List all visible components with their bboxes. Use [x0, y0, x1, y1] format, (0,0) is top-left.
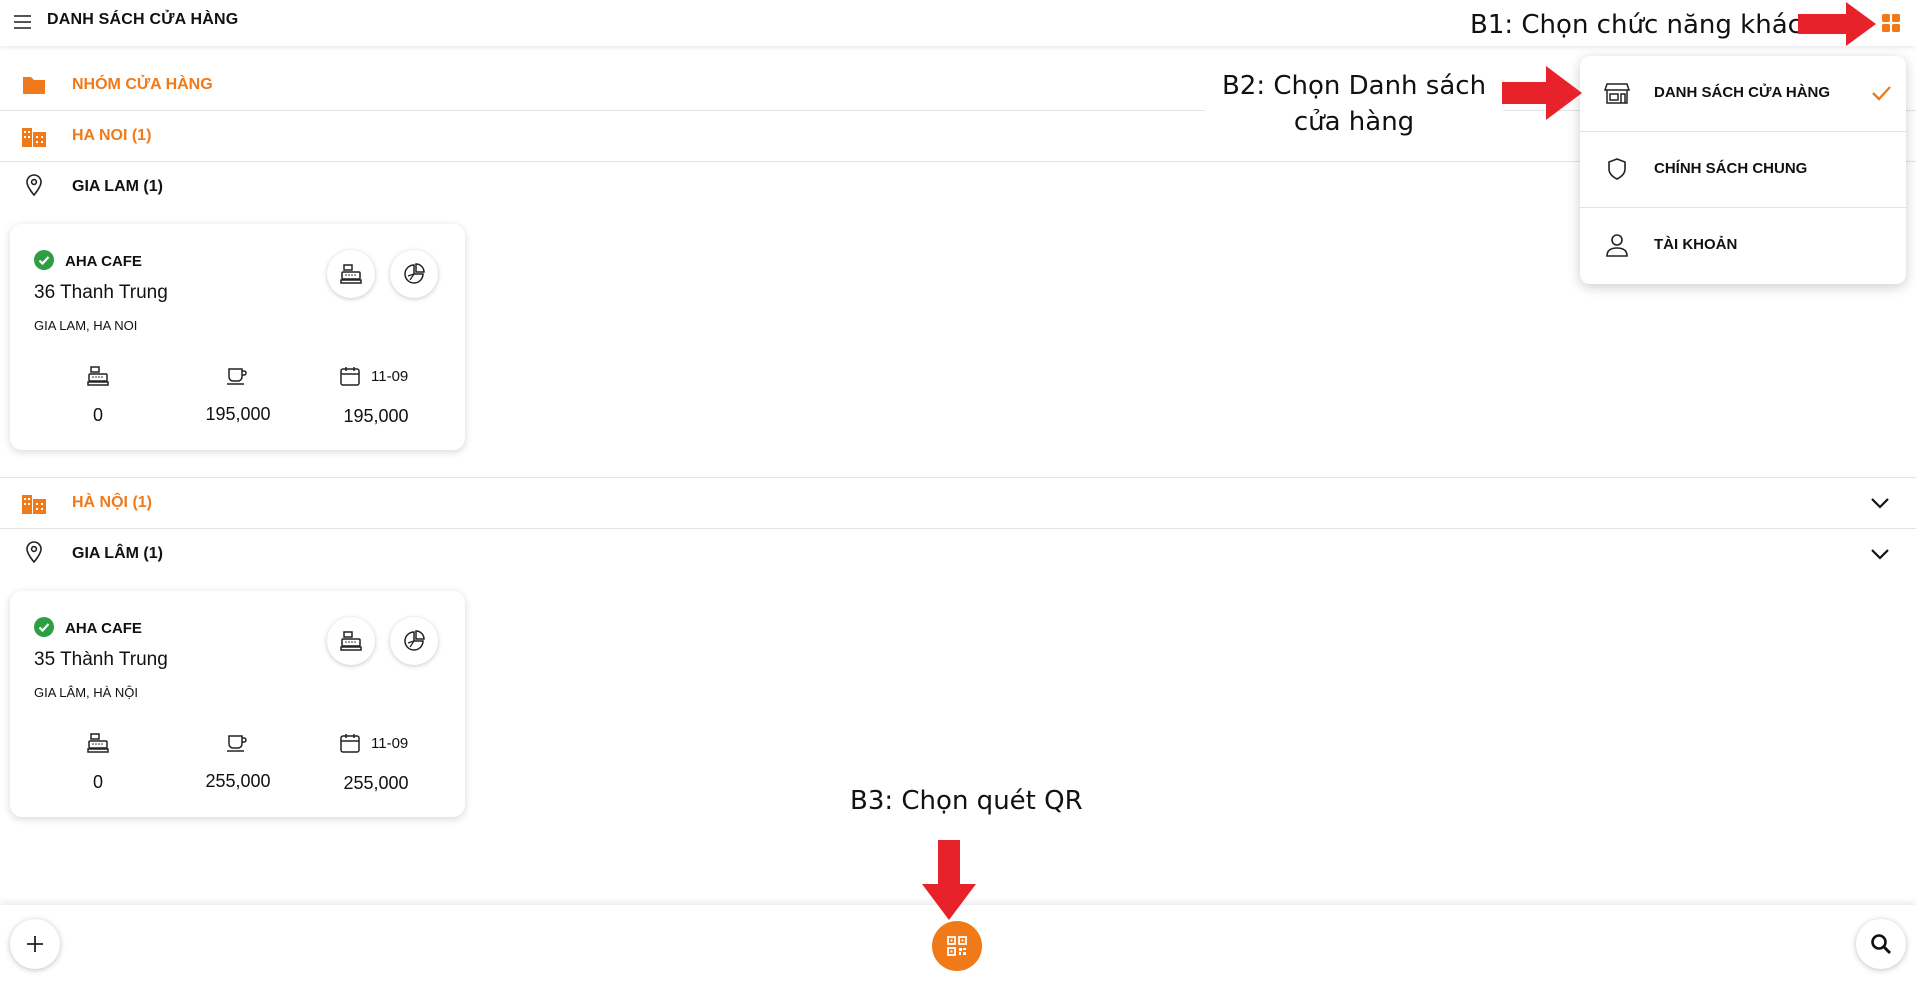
- city-row[interactable]: HÀ NỘI (1): [0, 478, 1916, 529]
- chevron-down-icon[interactable]: [1868, 542, 1892, 566]
- pie-chart-icon: [404, 263, 425, 284]
- cash-register-icon: [86, 731, 110, 755]
- store-card[interactable]: AHA CAFE 35 Thành Trung GIA LÂM, HÀ NỘI …: [10, 591, 465, 817]
- annotation-step-2: B2: Chọn Danh sách cửa hàng: [1205, 68, 1503, 140]
- report-chart-button[interactable]: [390, 617, 438, 665]
- chevron-down-icon[interactable]: [1868, 491, 1892, 515]
- page-title: DANH SÁCH CỬA HÀNG: [47, 11, 239, 28]
- pie-chart-icon: [404, 630, 425, 651]
- calendar-icon: [338, 364, 362, 388]
- qr-scan-icon: [947, 936, 967, 956]
- city-buildings-icon: [20, 489, 48, 517]
- search-icon: [1871, 934, 1892, 955]
- shield-icon: [1604, 156, 1630, 182]
- report-chart-button[interactable]: [390, 250, 438, 298]
- stat-date-value: 195,000: [343, 406, 409, 426]
- menu-item-label: DANH SÁCH CỬA HÀNG: [1654, 84, 1831, 101]
- cash-register-icon: [86, 364, 110, 388]
- folder-icon: [20, 71, 48, 99]
- menu-item-general-policy[interactable]: CHÍNH SÁCH CHUNG: [1580, 132, 1906, 207]
- location-pin-icon: [20, 539, 48, 567]
- district-row[interactable]: GIA LÂM (1): [0, 529, 1916, 579]
- location-pin-icon: [20, 172, 48, 200]
- menu-item-label: TÀI KHOẢN: [1654, 236, 1738, 253]
- stat-date-value: 255,000: [343, 773, 409, 793]
- district-label: GIA LÂM (1): [72, 545, 163, 562]
- menu-item-account[interactable]: TÀI KHOẢN: [1580, 208, 1906, 283]
- store-icon: [1604, 80, 1630, 106]
- annotation-step-2-line2: cửa hàng: [1293, 107, 1415, 137]
- store-address: 36 Thanh Trung: [34, 282, 168, 303]
- cash-register-button[interactable]: [327, 250, 375, 298]
- check-circle-icon: [34, 250, 54, 270]
- calendar-icon: [338, 731, 362, 755]
- coffee-cup-icon: [225, 731, 249, 755]
- checkmark-icon: [1870, 82, 1892, 104]
- annotation-step-2-line1: B2: Chọn Danh sách: [1221, 71, 1487, 101]
- store-region: GIA LÂM, HÀ NỘI: [34, 685, 139, 700]
- add-button[interactable]: [10, 919, 60, 969]
- city-label: HÀ NỘI (1): [72, 494, 152, 511]
- stat-register-value: 0: [92, 772, 103, 792]
- red-arrow-right-icon: [1502, 66, 1582, 120]
- city-buildings-icon: [20, 122, 48, 150]
- stat-date-label: 11-09: [371, 368, 409, 385]
- district-label: GIA LAM (1): [72, 178, 163, 195]
- coffee-cup-icon: [225, 364, 249, 388]
- check-circle-icon: [34, 617, 54, 637]
- qr-scan-button[interactable]: [932, 921, 982, 971]
- hamburger-icon[interactable]: [12, 11, 34, 33]
- stat-date-label: 11-09: [371, 735, 409, 752]
- store-group-label: NHÓM CỬA HÀNG: [72, 76, 213, 93]
- red-arrow-right-icon: [1798, 2, 1876, 46]
- cash-register-button[interactable]: [327, 617, 375, 665]
- city-label: HA NOI (1): [72, 127, 152, 144]
- annotation-step-1: B1: Chọn chức năng khác: [1466, 10, 1806, 40]
- store-name: AHA CAFE: [65, 620, 142, 637]
- cash-register-icon: [340, 631, 362, 651]
- store-name: AHA CAFE: [65, 253, 142, 270]
- user-icon: [1604, 232, 1630, 258]
- annotation-step-3: B3: Chọn quét QR: [850, 786, 1083, 816]
- red-arrow-down-icon: [922, 840, 976, 920]
- more-functions-menu: DANH SÁCH CỬA HÀNG CHÍNH SÁCH CHUNG TÀI …: [1580, 56, 1906, 284]
- search-button[interactable]: [1856, 919, 1906, 969]
- stat-sales-value: 255,000: [205, 771, 271, 791]
- menu-item-store-list[interactable]: DANH SÁCH CỬA HÀNG: [1580, 56, 1906, 131]
- cash-register-icon: [340, 264, 362, 284]
- store-address: 35 Thành Trung: [34, 649, 168, 670]
- store-region: GIA LAM, HA NOI: [34, 318, 138, 333]
- store-card[interactable]: AHA CAFE 36 Thanh Trung GIA LAM, HA NOI …: [10, 224, 465, 450]
- menu-item-label: CHÍNH SÁCH CHUNG: [1654, 160, 1808, 177]
- stat-register-value: 0: [92, 405, 103, 425]
- plus-icon: [27, 936, 43, 952]
- grid-apps-icon[interactable]: [1880, 12, 1902, 34]
- stat-sales-value: 195,000: [205, 404, 271, 424]
